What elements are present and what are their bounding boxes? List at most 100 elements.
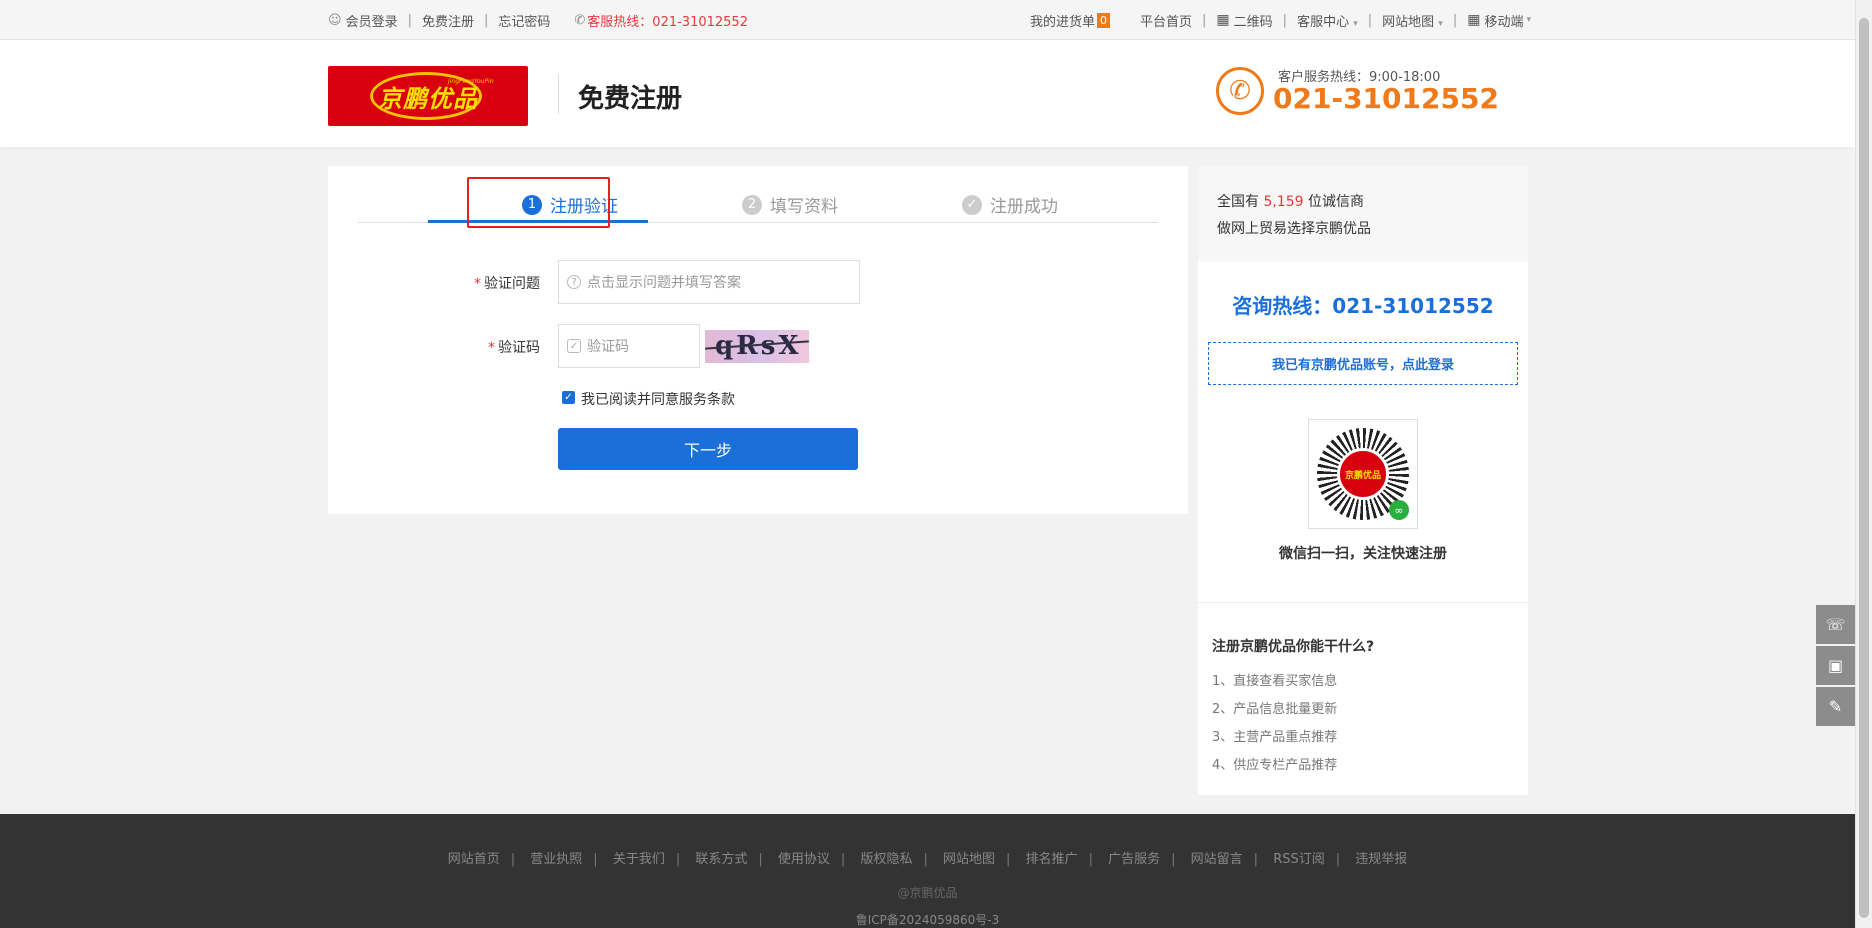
highlight-box [467,177,610,228]
qrcode-link[interactable]: ▦ 二维码 [1216,11,1272,30]
mobile-label: 移动端 [1484,14,1524,30]
wechat-mini-program-icon: ∞ [1389,500,1409,520]
divider: | [483,12,489,28]
benefit-item: 1、直接查看买家信息 [1212,674,1338,689]
mobile-link[interactable]: ▦ 移动端 ▾ [1467,11,1531,30]
headset-icon[interactable]: ☏ [1816,605,1855,644]
icp-license-link[interactable]: 鲁ICP备2024059860号-3 [0,911,1855,928]
benefit-item: 4、供应专栏产品推荐 [1212,758,1338,773]
phone-icon: ✆ [1216,67,1264,115]
page-scrollbar[interactable] [1855,0,1872,928]
divider: | [1282,12,1288,28]
footer-link[interactable]: RSS订阅 [1273,852,1325,867]
footer-links: 网站首页 | 营业执照 | 关于我们 | 联系方式 | 使用协议 | 版权隐私 | 网站地图… [447,852,1408,867]
service-center-link[interactable]: 客服中心 ▾ [1297,11,1358,30]
chevron-down-icon: ▾ [1438,18,1443,29]
existing-account-login-link[interactable]: 我已有京鹏优品账号，点此登录 [1208,342,1518,385]
question-mark-icon: ? [567,275,581,289]
footer: 网站首页 | 营业执照 | 关于我们 | 联系方式 | 使用协议 | 版权隐私 | 网站地图… [0,814,1855,928]
step-fill-info[interactable]: 2 填写资料 [742,192,838,217]
footer-link[interactable]: 网站地图 [943,852,995,867]
benefit-item: 3、主营产品重点推荐 [1212,730,1338,745]
agree-terms-text[interactable]: 我已阅读并同意服务条款 [581,389,735,409]
footer-link[interactable]: 广告服务 [1108,852,1160,867]
step-number: 2 [742,194,762,215]
consult-box: 咨询热线：021-31012552 我已有京鹏优品账号，点此登录 京鹏优品 ∞ … [1198,262,1528,602]
captcha-image[interactable]: qRsX [705,330,809,363]
header: JingPengYouPin 京鹏优品 免费注册 ✆ 客户服务热线：9:00-1… [0,40,1855,147]
purchase-count-badge: 0 [1097,12,1111,28]
required-mark: * [474,276,481,292]
qrcode-label: 二维码 [1233,14,1273,30]
consult-hotline: 咨询热线：021-31012552 [1232,294,1494,318]
captcha-input[interactable]: ✓ 验证码 [558,324,700,368]
platform-home-link[interactable]: 平台首页 [1140,11,1192,30]
check-icon: ✓ [962,194,982,215]
sitemap-link[interactable]: 网站地图 ▾ [1382,11,1443,30]
logo-text: 京鹏优品 [378,84,478,113]
sitemap-label: 网站地图 [1382,14,1435,30]
service-phone: 021-31012552 [1273,82,1499,115]
scan-icon[interactable]: ▣ [1816,646,1855,685]
footer-link[interactable]: 网站首页 [448,852,500,867]
phone-icon: ✆ [574,12,586,28]
benefit-item: 2、产品信息批量更新 [1212,702,1338,717]
service-center-label: 客服中心 [1297,14,1350,30]
purchase-list-label: 我的进货单 [1030,14,1096,30]
divider: | [1452,12,1458,28]
divider: | [407,12,412,28]
footer-link[interactable]: 使用协议 [778,852,830,867]
step-label: 注册成功 [990,197,1058,217]
purchase-list-link[interactable]: 我的进货单 0 [1030,11,1111,30]
required-mark: * [488,340,495,356]
count-prefix: 全国有 [1217,194,1259,210]
user-icon: ☺ [328,12,342,28]
top-bar-right: 我的进货单 0 平台首页 | ▦ 二维码 | 客服中心 ▾ | 网站地图 ▾ |… [1030,0,1531,40]
footer-link[interactable]: 排名推广 [1026,852,1078,867]
count-suffix: 位诚信商 [1308,194,1364,210]
grid-icon: ▦ [1467,12,1481,28]
edit-icon[interactable]: ✎ [1816,687,1855,726]
merchant-count-box: 全国有 5,159 位诚信商 做网上贸易选择京鹏优品 [1198,166,1528,262]
captcha-placeholder: 验证码 [587,339,629,355]
code-label-text: 验证码 [498,340,540,356]
next-step-button[interactable]: 下一步 [558,428,858,470]
divider: | [1202,12,1207,28]
benefits-title: 注册京鹏优品你能干什么? [1212,639,1375,655]
login-link[interactable]: 会员登录 [346,11,398,30]
copyright: @京鹏优品 [897,886,958,900]
top-bar: ☺ 会员登录 | 免费注册 | 忘记密码 ✆ 客服热线：021-31012552… [0,0,1855,40]
register-link[interactable]: 免费注册 [422,11,474,30]
footer-link[interactable]: 网站留言 [1191,852,1243,867]
footer-link[interactable]: 联系方式 [695,852,747,867]
step-success[interactable]: ✓ 注册成功 [962,192,1058,217]
divider: | [1367,12,1373,28]
wechat-qr-code: 京鹏优品 ∞ [1308,419,1418,529]
hotline-text: 客服热线：021-31012552 [587,14,748,30]
code-label: * 验证码 [440,337,540,357]
count-value: 5,159 [1263,194,1304,210]
qrcode-icon: ▦ [1216,12,1230,28]
shield-icon: ✓ [567,339,581,353]
qr-caption: 微信扫一扫，关注快速注册 [1279,546,1447,562]
forgot-password-link[interactable]: 忘记密码 [498,11,550,30]
question-label: * 验证问题 [440,273,540,293]
footer-link[interactable]: 版权隐私 [860,852,912,867]
top-bar-left: ☺ 会员登录 | 免费注册 | 忘记密码 ✆ 客服热线：021-31012552 [328,0,748,40]
header-divider [558,74,559,114]
page-title: 免费注册 [578,84,683,114]
benefits-box: 注册京鹏优品你能干什么? 1、直接查看买家信息 2、产品信息批量更新 3、主营产… [1198,602,1528,795]
footer-link[interactable]: 关于我们 [613,852,665,867]
site-logo[interactable]: JingPengYouPin 京鹏优品 [328,66,528,126]
step-label: 填写资料 [770,197,838,217]
chevron-down-icon: ▾ [1526,15,1531,25]
question-label-text: 验证问题 [484,276,540,292]
scrollbar-thumb[interactable] [1859,18,1869,918]
agree-checkbox[interactable]: ✓ [562,391,575,404]
footer-link[interactable]: 营业执照 [530,852,582,867]
question-input[interactable]: ? 点击显示问题并填写答案 [558,260,860,304]
qr-center-logo: 京鹏优品 [1337,448,1389,500]
footer-link[interactable]: 违规举报 [1355,852,1407,867]
slogan: 做网上贸易选择京鹏优品 [1217,221,1371,237]
merchant-count: 全国有 5,159 位诚信商 [1217,191,1364,211]
